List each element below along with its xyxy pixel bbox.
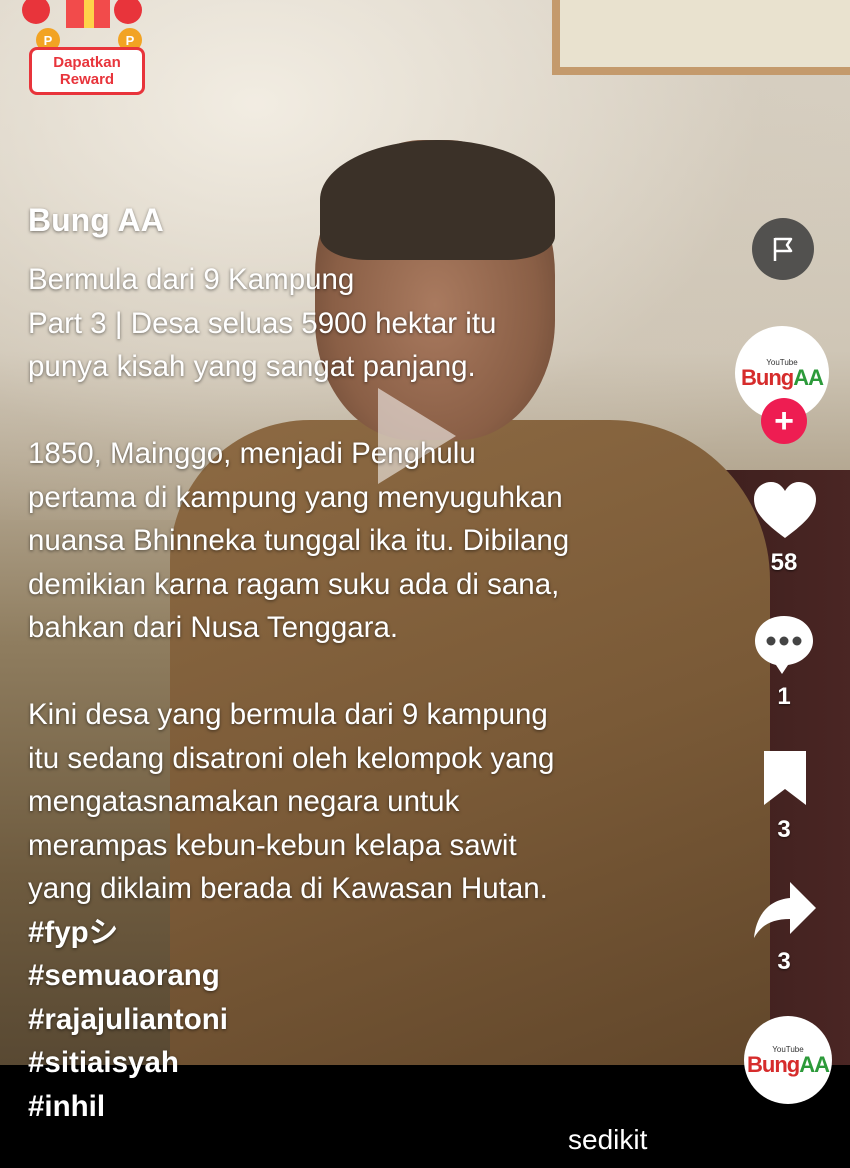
video-picture-frame <box>552 0 850 75</box>
see-less-link[interactable]: sedikit <box>568 1124 647 1156</box>
caption-line: Part 3 | Desa seluas 5900 hektar itu <box>28 306 497 340</box>
follow-button[interactable]: + <box>761 398 807 444</box>
caption-line: Kini desa yang bermula dari 9 kampung <box>28 698 548 731</box>
caption-line: itu sedang disatroni oleh kelompok yang <box>28 741 555 775</box>
caption-line: punya kisah yang sangat panjang. <box>28 350 476 383</box>
logo-name-b: AA <box>799 1051 830 1077</box>
caption-gap <box>28 650 708 694</box>
caption-gap <box>28 389 708 433</box>
reward-label-line1: Dapatkan <box>53 54 121 71</box>
post-caption: Bermula dari 9 Kampung Part 3 | Desa sel… <box>28 258 708 1128</box>
caption-line: yang diklaim berada di Kawasan Hutan. <box>28 872 548 905</box>
save-button[interactable] <box>757 748 813 808</box>
sound-avatar[interactable]: YouTube BungAA <box>744 1016 832 1104</box>
caption-line: pertama di kampung yang menyuguhkan <box>28 480 563 514</box>
share-button[interactable] <box>752 878 818 940</box>
flag-icon <box>773 237 793 261</box>
comment-count: 1 <box>777 683 791 710</box>
bookmark-icon <box>764 751 806 805</box>
video-person-hair <box>320 140 555 260</box>
logo-name-b: AA <box>793 364 824 390</box>
share-count: 3 <box>777 948 791 975</box>
caption-line: Bermula dari 9 Kampung <box>28 263 355 296</box>
share-arrow-icon <box>754 882 816 938</box>
logo-name-a: Bung <box>741 364 794 390</box>
heart-icon <box>754 482 816 538</box>
sound-logo: YouTube BungAA <box>747 1045 830 1077</box>
reward-badge[interactable]: Dapatkan Reward <box>29 47 145 95</box>
logo-name-a: Bung <box>747 1051 800 1077</box>
report-button[interactable] <box>752 218 814 280</box>
caption-line: nuansa Bhinneka tunggal ika itu. Dibilan… <box>28 524 570 557</box>
sound-logo-text: BungAA <box>747 1051 830 1077</box>
like-count: 58 <box>770 549 798 576</box>
caption-line: 1850, Mainggo, menjadi Penghulu <box>28 437 476 470</box>
reward-label-line2: Reward <box>59 71 115 88</box>
hashtag-link[interactable]: #inhil <box>28 1085 708 1129</box>
hashtag-link[interactable]: #sitiaisyah <box>28 1041 708 1085</box>
like-button[interactable] <box>750 478 820 544</box>
avatar-logo: YouTube BungAA <box>741 358 824 390</box>
hashtag-link[interactable]: #rajajuliantoni <box>28 998 708 1042</box>
comment-bubble-icon <box>755 616 813 674</box>
caption-line: demikian karna ragam suku ada di sana, <box>28 567 560 601</box>
reward-widget[interactable]: P P Dapatkan Reward <box>18 0 150 100</box>
caption-line: bahkan dari Nusa Tenggara. <box>28 611 399 644</box>
plus-icon: + <box>774 402 794 440</box>
author-name[interactable]: Bung AA <box>28 202 164 239</box>
hashtag-link[interactable]: #semuaorang <box>28 954 708 998</box>
comment-button[interactable] <box>752 612 816 676</box>
avatar-logo-text: BungAA <box>741 364 824 390</box>
hashtag-link[interactable]: #fypシ <box>28 911 708 955</box>
save-count: 3 <box>777 816 791 843</box>
svg-text:P: P <box>126 33 135 48</box>
caption-line: mengatasnamakan negara untuk <box>28 785 460 818</box>
caption-line: merampas kebun-kebun kelapa sawit <box>28 828 517 862</box>
gift-icon: P P <box>22 0 142 50</box>
svg-text:P: P <box>44 33 53 48</box>
